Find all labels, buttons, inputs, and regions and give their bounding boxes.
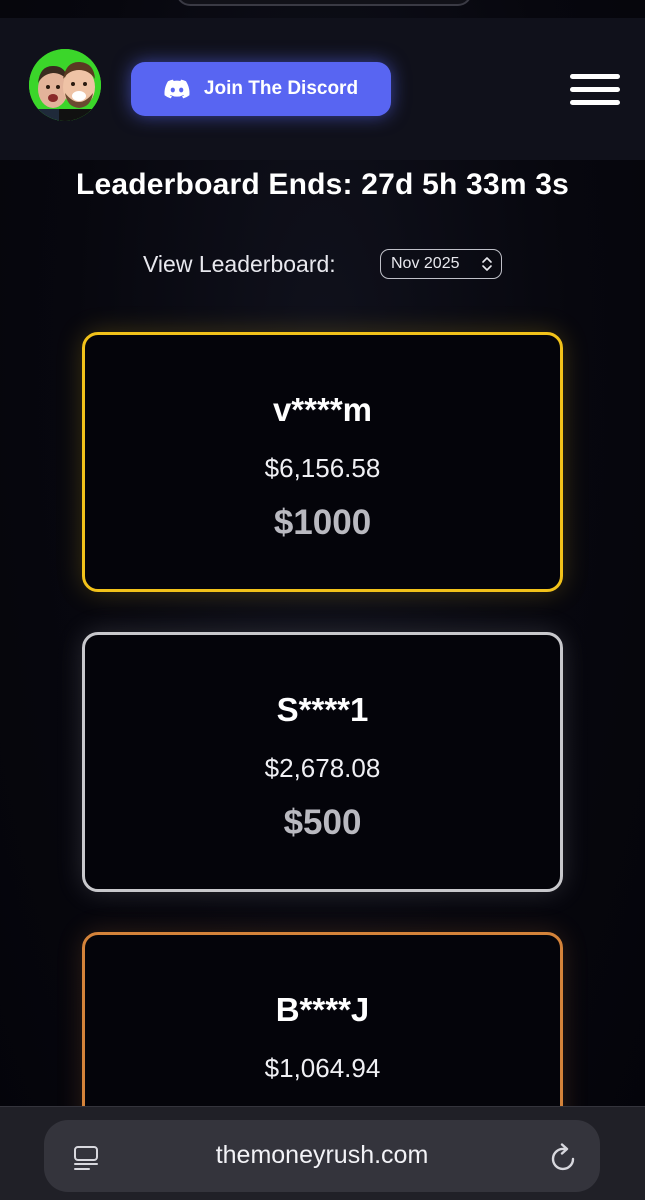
player-name: v****m xyxy=(272,391,373,428)
prize-amount: $500 xyxy=(283,803,362,842)
leaderboard-card-first: v****m $6,156.58 $1000 xyxy=(82,332,563,592)
wagered-amount: $6,156.58 xyxy=(264,453,381,483)
discord-icon xyxy=(164,79,190,99)
streamers-avatar[interactable] xyxy=(29,49,101,121)
player-name: B****J xyxy=(275,991,370,1028)
menu-line xyxy=(570,87,620,92)
leaderboard-card-second: S****1 $2,678.08 $500 xyxy=(82,632,563,892)
hamburger-menu-icon[interactable] xyxy=(570,74,620,105)
month-select[interactable]: Nov 2025 xyxy=(380,249,502,279)
join-discord-label: Join The Discord xyxy=(203,78,359,99)
avatar-image xyxy=(29,49,101,121)
month-select-value: Nov 2025 xyxy=(391,255,460,272)
page: Join The Discord Leaderboard Ends: 27d 5… xyxy=(0,0,645,1200)
prize-amount: $1000 xyxy=(273,503,372,542)
leaderboard-countdown: Leaderboard Ends: 27d 5h 33m 3s xyxy=(75,168,570,201)
menu-line xyxy=(570,74,620,79)
menu-line xyxy=(570,100,620,105)
chevron-up-down-icon xyxy=(482,257,492,271)
leaderboard-selector-row: View Leaderboard: Nov 2025 xyxy=(0,248,645,280)
view-leaderboard-label: View Leaderboard: xyxy=(143,251,336,277)
wagered-amount: $1,064.94 xyxy=(264,1053,381,1083)
site-header: Join The Discord xyxy=(0,18,645,160)
url-field[interactable]: themoneyrush.com xyxy=(44,1120,600,1192)
browser-address-bar: themoneyrush.com xyxy=(0,1106,645,1200)
player-name: S****1 xyxy=(276,691,369,728)
wagered-amount: $2,678.08 xyxy=(264,753,381,783)
join-discord-button[interactable]: Join The Discord xyxy=(131,62,391,116)
reload-icon[interactable] xyxy=(550,1142,578,1172)
device-notch xyxy=(176,0,472,6)
url-text: themoneyrush.com xyxy=(215,1141,429,1169)
